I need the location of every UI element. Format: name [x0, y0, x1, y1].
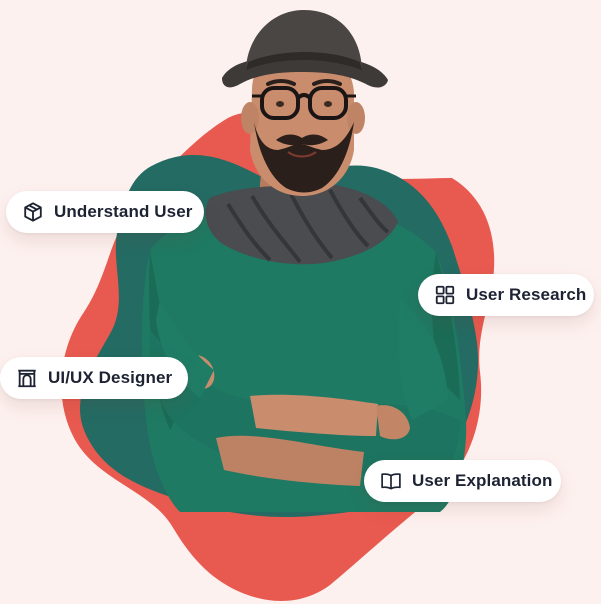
arch-icon	[16, 367, 38, 389]
badge-label: User Explanation	[412, 471, 553, 490]
badge-user-explanation: User Explanation	[364, 460, 561, 502]
hero-illustration: Understand User User Research UI/UX Desi…	[0, 0, 601, 604]
eye-right	[324, 101, 332, 107]
badge-understand-user: Understand User	[6, 191, 204, 233]
grid-icon	[434, 284, 456, 306]
badge-user-research: User Research	[418, 274, 594, 316]
badge-uiux-designer: UI/UX Designer	[0, 357, 188, 399]
ear-right	[347, 102, 365, 134]
book-icon	[380, 470, 402, 492]
badge-label: Understand User	[54, 202, 193, 221]
badge-label: User Research	[466, 285, 587, 304]
ear-left	[241, 102, 259, 134]
badge-label: UI/UX Designer	[48, 368, 173, 387]
eye-left	[276, 101, 284, 107]
box-icon	[22, 201, 44, 223]
